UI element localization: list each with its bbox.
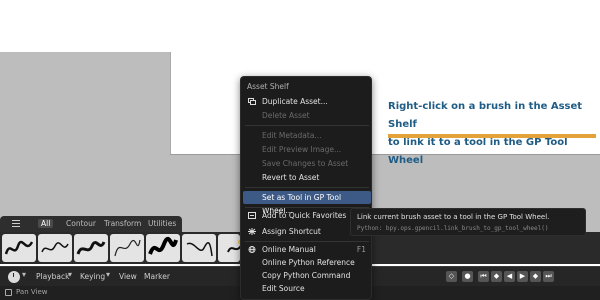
edit-source-item[interactable]: Edit Source: [243, 282, 371, 295]
menu-item-label: Duplicate Asset...: [262, 97, 328, 106]
save-changes-item: Save Changes to Asset: [243, 157, 371, 170]
play-reverse-icon[interactable]: ◀: [504, 271, 515, 282]
menu-item-label: Delete Asset: [262, 111, 310, 120]
playback-menu[interactable]: Playback: [36, 272, 69, 281]
annotation-underline: [388, 134, 596, 138]
revert-to-asset-item[interactable]: Revert to Asset: [243, 171, 371, 184]
keying-menu[interactable]: Keying: [80, 272, 105, 281]
brush-tile[interactable]: [218, 234, 240, 262]
delete-asset-item: Delete Asset: [243, 109, 371, 122]
jump-start-icon[interactable]: ⏮: [478, 271, 489, 282]
tooltip: Link current brush asset to a tool in th…: [350, 208, 586, 236]
brush-tile[interactable]: [38, 234, 72, 262]
keyframe-prev-icon[interactable]: ◆: [491, 271, 502, 282]
shortcut-hint: F1: [356, 245, 366, 254]
tooltip-description: Link current brush asset to a tool in th…: [357, 213, 550, 221]
menu-item-label: Revert to Asset: [262, 173, 320, 182]
tab-utilities[interactable]: Utilities: [148, 219, 176, 228]
edit-preview-image-item: Edit Preview Image...: [243, 143, 371, 156]
menu-item-label: Add to Quick Favorites: [262, 211, 347, 220]
menu-item-label: Edit Source: [262, 284, 305, 293]
chevron-down-icon[interactable]: ▾: [22, 270, 26, 279]
online-manual-item[interactable]: Online Manual F1: [243, 243, 371, 256]
mouse-icon: [5, 289, 12, 296]
duplicate-asset-item[interactable]: Duplicate Asset...: [243, 95, 371, 108]
brush-tile[interactable]: [182, 234, 216, 262]
menu-item-label: Online Python Reference: [262, 258, 355, 267]
viewport-background: [0, 52, 170, 232]
set-as-tool-item[interactable]: Set as Tool in GP Tool Wheel...: [243, 191, 371, 215]
record-icon[interactable]: ●: [462, 271, 473, 282]
menu-separator: [245, 187, 369, 188]
tab-contour[interactable]: Contour: [66, 219, 96, 228]
menu-title: Asset Shelf: [247, 82, 289, 91]
menu-item-label: Edit Metadata...: [262, 131, 322, 140]
menu-item-label: Online Manual: [262, 245, 316, 254]
menu-item-label: Save Changes to Asset: [262, 159, 349, 168]
brush-tile[interactable]: [2, 234, 36, 262]
quick-favorites-icon: [248, 212, 256, 219]
edit-metadata-item: Edit Metadata...: [243, 129, 371, 142]
asset-shelf-tabs: All Contour Transform Utilities: [0, 216, 182, 232]
clock-icon[interactable]: [8, 271, 20, 283]
menu-item-label: Copy Python Command: [262, 271, 351, 280]
hamburger-icon[interactable]: [12, 220, 20, 227]
tab-transform[interactable]: Transform: [104, 219, 141, 228]
keyframe-next-icon[interactable]: ◆: [530, 271, 541, 282]
top-area: [0, 0, 600, 52]
duplicate-icon: [248, 98, 256, 105]
view-menu[interactable]: View: [119, 272, 137, 281]
brush-tile[interactable]: [146, 234, 180, 262]
menu-separator: [245, 241, 369, 242]
instruction-line-1: Right-click on a brush in the Asset Shel…: [388, 101, 583, 130]
shortcut-icon: [248, 228, 256, 235]
globe-icon: [248, 246, 256, 253]
transport-controls: ◇ ● ⏮ ◆ ◀ ▶ ◆ ⏭: [446, 271, 576, 283]
auto-keying-icon[interactable]: ◇: [446, 271, 457, 282]
menu-separator: [245, 125, 369, 126]
chevron-down-icon: ▾: [106, 270, 111, 279]
brush-tile[interactable]: [74, 234, 108, 262]
asset-shelf-context-menu: Asset Shelf Duplicate Asset... Delete As…: [240, 76, 372, 300]
instruction-line-2: to link it to a tool in the GP Tool Whee…: [388, 137, 568, 166]
marker-menu[interactable]: Marker: [144, 272, 170, 281]
play-icon[interactable]: ▶: [517, 271, 528, 282]
tab-all[interactable]: All: [38, 219, 54, 228]
menu-item-label: Edit Preview Image...: [262, 145, 342, 154]
tooltip-python: Python: bpy.ops.gpencil.link_brush_to_gp…: [357, 225, 549, 232]
online-python-reference-item[interactable]: Online Python Reference: [243, 256, 371, 269]
copy-python-command-item[interactable]: Copy Python Command: [243, 269, 371, 282]
chevron-down-icon: ▾: [68, 270, 73, 279]
jump-end-icon[interactable]: ⏭: [543, 271, 554, 282]
brush-tile[interactable]: [110, 234, 144, 262]
menu-item-label: Assign Shortcut: [262, 227, 321, 236]
status-text: Pan View: [16, 288, 48, 296]
